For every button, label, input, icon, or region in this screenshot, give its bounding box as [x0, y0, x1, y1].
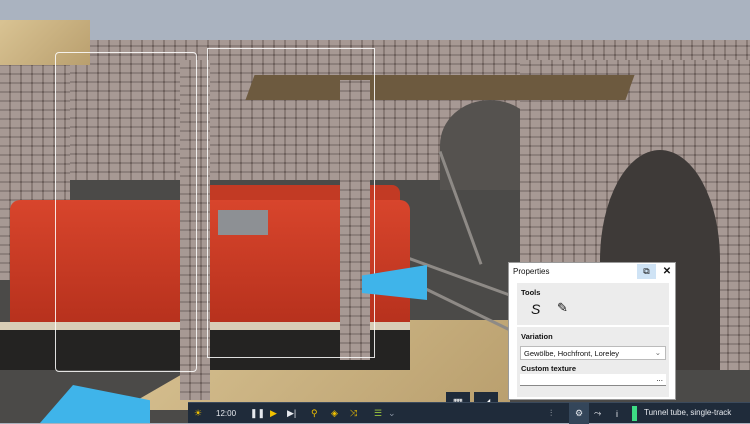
- layers-icon[interactable]: ◈: [331, 403, 338, 424]
- chevron-down-icon: ⌄: [654, 348, 661, 357]
- custom-texture-label: Custom texture: [521, 364, 577, 373]
- variation-section: Variation Gewölbe, Hochfront, Loreley ⌄ C…: [517, 327, 669, 397]
- sliders-icon[interactable]: ⫶: [550, 403, 552, 424]
- variation-value: Gewölbe, Hochfront, Loreley: [524, 349, 620, 358]
- tunnel-outline: [55, 52, 197, 372]
- status-indicator: [632, 406, 637, 421]
- variation-select[interactable]: Gewölbe, Hochfront, Loreley ⌄: [520, 346, 666, 360]
- tools-section: Tools S ✎: [517, 283, 669, 325]
- close-icon[interactable]: ✕: [659, 264, 675, 279]
- time-display[interactable]: 12:00: [216, 403, 236, 424]
- pencil-icon[interactable]: ✎: [557, 300, 568, 316]
- tools-label: Tools: [521, 288, 541, 297]
- play-icon[interactable]: ▶: [270, 403, 277, 424]
- track-curve-icon[interactable]: S: [531, 301, 540, 317]
- gear-icon[interactable]: ⚙: [569, 403, 589, 424]
- custom-texture-input[interactable]: ...: [520, 374, 666, 386]
- tunnel-outline: [207, 48, 375, 358]
- info-icon[interactable]: i: [616, 403, 618, 424]
- bottom-toolbar: ☀ 12:00 ❚❚ ▶ ▶| ⚲ ◈ ⤨ ☰ ⌄ ⫶ ⚙ ⤳ i Tunnel…: [188, 402, 750, 424]
- panel-title: Properties: [513, 267, 550, 276]
- properties-panel: Properties ⧉ ✕ Tools S ✎ Variation Gewöl…: [508, 262, 676, 400]
- popout-icon[interactable]: ⧉: [637, 264, 656, 279]
- status-text: Tunnel tube, single-track: [644, 408, 732, 417]
- shuffle-icon[interactable]: ⤨: [350, 403, 357, 424]
- track-tool-icon[interactable]: ⤳: [594, 403, 601, 424]
- chevron-down-icon[interactable]: ⌄: [388, 403, 396, 424]
- search-icon[interactable]: ⚲: [311, 403, 318, 424]
- pause-icon[interactable]: ❚❚: [250, 403, 265, 424]
- schedule-icon[interactable]: ☰: [374, 403, 382, 424]
- variation-label: Variation: [521, 332, 553, 341]
- step-icon[interactable]: ▶|: [287, 403, 296, 424]
- sun-icon[interactable]: ☀: [194, 403, 202, 424]
- browse-button[interactable]: ...: [656, 374, 663, 383]
